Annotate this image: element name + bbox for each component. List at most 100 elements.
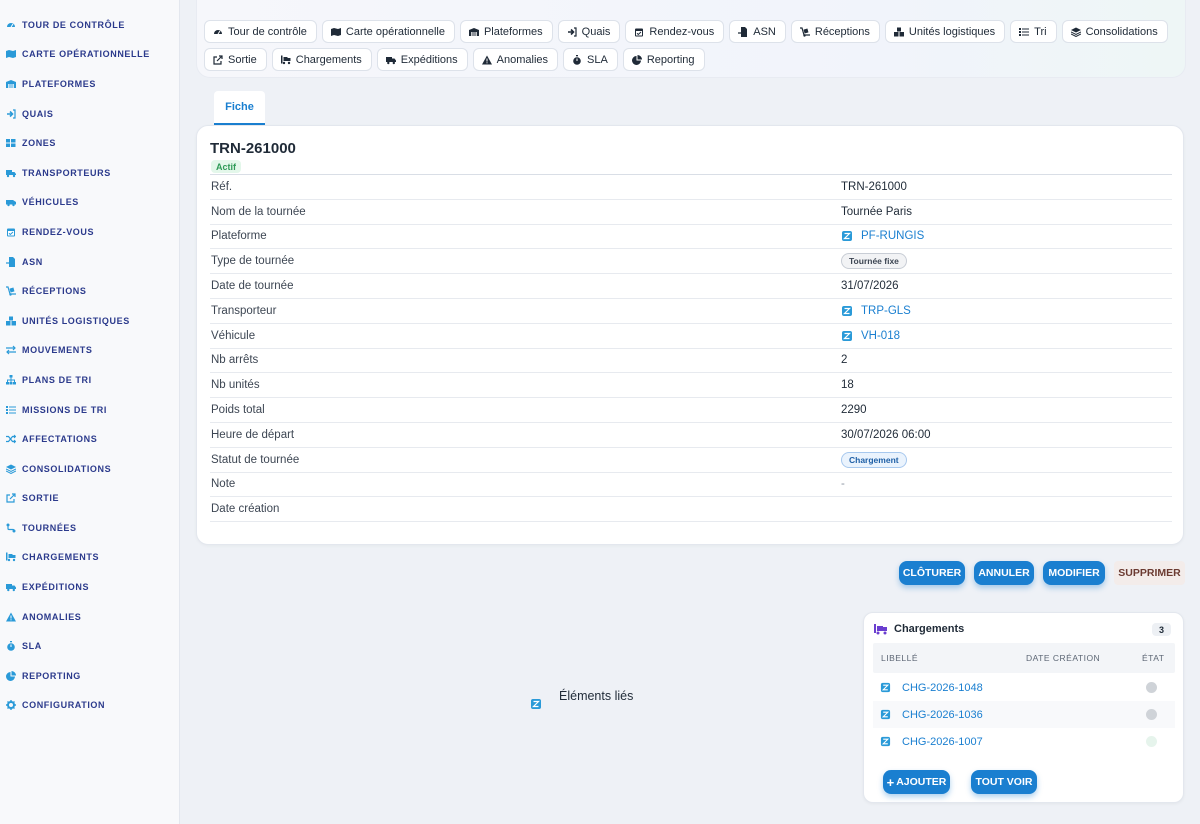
sidebar-item-calendar[interactable]: RENDEZ-VOUS xyxy=(0,217,179,247)
sidebar-item-label: RÉCEPTIONS xyxy=(22,286,87,297)
chargement-link[interactable]: CHG-2026-1036 xyxy=(902,709,983,721)
field-label: Statut de tournée xyxy=(211,453,300,466)
field-label: Véhicule xyxy=(211,329,256,342)
nav-chip-warning[interactable]: Anomalies xyxy=(472,48,559,71)
sidebar-item-gear[interactable]: CONFIGURATION xyxy=(0,691,179,721)
nav-chip-label: Plateformes xyxy=(483,25,543,38)
sidebar-item-boxes[interactable]: UNITÉS LOGISTIQUES xyxy=(0,306,179,336)
sidebar-item-grid[interactable]: ZONES xyxy=(0,128,179,158)
cancel-button[interactable]: ANNULER xyxy=(974,561,1034,585)
sidebar-item-pie-chart[interactable]: REPORTING xyxy=(0,661,179,691)
field-link[interactable]: VH-018 xyxy=(861,330,900,342)
nav-chip-stopwatch[interactable]: SLA xyxy=(563,48,618,71)
field-label: Réf. xyxy=(211,180,233,193)
sidebar-item-file-import[interactable]: ASN xyxy=(0,247,179,277)
van-icon xyxy=(6,197,16,207)
nav-chip-sign-in[interactable]: Quais xyxy=(557,20,621,43)
column-header-date-creation: DATE CRÉATION xyxy=(1026,653,1101,663)
sidebar-item-label: CARTE OPÉRATIONNELLE xyxy=(22,49,150,60)
sidebar-item-sitemap[interactable]: PLANS DE TRI xyxy=(0,365,179,395)
table-row[interactable]: CHG-2026-1036 xyxy=(873,701,1175,728)
nav-chip-export[interactable]: Sortie xyxy=(204,48,267,71)
chargement-link[interactable]: CHG-2026-1007 xyxy=(902,736,983,748)
sidebar-item-shipping[interactable]: EXPÉDITIONS xyxy=(0,572,179,602)
sidebar-item-map[interactable]: CARTE OPÉRATIONNELLE xyxy=(0,40,179,70)
sidebar-item-label: PLATEFORMES xyxy=(22,78,96,89)
record-title: TRN-261000 xyxy=(210,140,296,157)
link-icon xyxy=(841,330,853,342)
sidebar-item-shuffle[interactable]: AFFECTATIONS xyxy=(0,424,179,454)
map-icon xyxy=(6,49,16,59)
edit-button[interactable]: MODIFIER xyxy=(1043,561,1105,585)
status-tour-badge: Chargement xyxy=(841,451,907,468)
grid-icon xyxy=(6,138,16,148)
tab-fiche[interactable]: Fiche xyxy=(214,91,265,125)
sidebar-item-warning[interactable]: ANOMALIES xyxy=(0,602,179,632)
nav-chip-pie-chart[interactable]: Reporting xyxy=(622,48,705,71)
link-icon xyxy=(530,698,542,710)
field-row: Nb unités 18 xyxy=(210,373,1172,399)
sidebar-item-stopwatch[interactable]: SLA xyxy=(0,631,179,661)
field-row: Poids total 2290 xyxy=(210,398,1172,423)
sidebar: TOUR DE CONTRÔLE CARTE OPÉRATIONNELLE PLAT… xyxy=(0,0,180,824)
warehouse-icon xyxy=(468,27,479,37)
field-label: Type de tournée xyxy=(211,255,295,268)
link-icon xyxy=(880,709,891,720)
sidebar-item-gauge[interactable]: TOUR DE CONTRÔLE xyxy=(0,10,179,40)
close-button[interactable]: CLÔTURER xyxy=(899,561,965,585)
field-label: Heure de départ xyxy=(211,428,295,441)
nav-row-2: Sortie Chargements Expéditions Anomalies SLA… xyxy=(204,48,1185,71)
nav-chip-file-import[interactable]: ASN xyxy=(729,20,786,43)
nav-chip-calendar[interactable]: Rendez-vous xyxy=(625,20,725,43)
chargements-panel: Chargements 3 LIBELLÉ DATE CRÉATION ÉTAT… xyxy=(863,612,1184,803)
nav-chip-dolly[interactable]: Réceptions xyxy=(790,20,880,43)
nav-chip-boxes[interactable]: Unités logistiques xyxy=(884,20,1006,43)
add-chargement-button[interactable]: + AJOUTER xyxy=(883,770,950,794)
table-row[interactable]: CHG-2026-1007 xyxy=(873,728,1175,755)
sidebar-item-arrows-exchange[interactable]: MOUVEMENTS xyxy=(0,336,179,366)
column-header-etat: ÉTAT xyxy=(1142,653,1165,663)
chargements-title: Chargements xyxy=(894,623,965,635)
sidebar-item-route[interactable]: TOURNÉES xyxy=(0,513,179,543)
field-link[interactable]: PF-RUNGIS xyxy=(861,230,924,242)
sidebar-item-dolly[interactable]: RÉCEPTIONS xyxy=(0,276,179,306)
truck-loading-icon xyxy=(874,623,888,635)
sidebar-item-warehouse[interactable]: PLATEFORMES xyxy=(0,69,179,99)
stopwatch-icon xyxy=(572,54,582,65)
sidebar-item-truck-loading[interactable]: CHARGEMENTS xyxy=(0,543,179,573)
nav-chip-map[interactable]: Carte opérationnelle xyxy=(321,20,455,43)
sidebar-item-label: ZONES xyxy=(22,138,57,149)
warehouse-icon xyxy=(6,79,16,89)
field-value: 30/07/2026 06:00 xyxy=(841,428,931,441)
nav-chip-layers[interactable]: Consolidations xyxy=(1061,20,1168,43)
nav-chip-truck-loading[interactable]: Chargements xyxy=(271,48,372,71)
calendar-icon xyxy=(6,227,16,237)
sidebar-item-layers[interactable]: CONSOLIDATIONS xyxy=(0,454,179,484)
nav-chip-list[interactable]: Tri xyxy=(1010,20,1057,43)
sidebar-item-export[interactable]: SORTIE xyxy=(0,484,179,514)
gear-icon xyxy=(6,700,16,711)
sidebar-item-truck[interactable]: TRANSPORTEURS xyxy=(0,158,179,188)
sidebar-item-label: MOUVEMENTS xyxy=(22,345,93,356)
sidebar-item-label: AFFECTATIONS xyxy=(22,434,98,445)
nav-chip-gauge[interactable]: Tour de contrôle xyxy=(204,20,317,43)
record-card: TRN-261000 Actif Réf. TRN-261000 Nom de la… xyxy=(196,125,1184,545)
nav-chip-label: SLA xyxy=(587,53,608,66)
record-fields: Réf. TRN-261000 Nom de la tournée Tournée P… xyxy=(210,174,1172,523)
sidebar-item-sign-in[interactable]: QUAIS xyxy=(0,99,179,129)
file-import-icon xyxy=(6,256,16,267)
state-indicator xyxy=(1146,736,1157,747)
see-all-button[interactable]: TOUT VOIR xyxy=(971,770,1037,794)
nav-chip-label: Rendez-vous xyxy=(649,25,715,38)
table-row[interactable]: CHG-2026-1048 xyxy=(873,674,1175,701)
nav-chip-warehouse[interactable]: Plateformes xyxy=(459,20,553,43)
sidebar-item-van[interactable]: VÉHICULES xyxy=(0,188,179,218)
boxes-icon xyxy=(893,27,904,37)
field-link[interactable]: TRP-GLS xyxy=(861,305,911,317)
chargement-link[interactable]: CHG-2026-1048 xyxy=(902,682,983,694)
sidebar-item-list[interactable]: MISSIONS DE TRI xyxy=(0,395,179,425)
delete-button[interactable]: SUPPRIMER xyxy=(1114,561,1185,585)
boxes-icon xyxy=(6,316,16,326)
export-icon xyxy=(6,493,16,503)
nav-chip-shipping[interactable]: Expéditions xyxy=(376,48,468,71)
